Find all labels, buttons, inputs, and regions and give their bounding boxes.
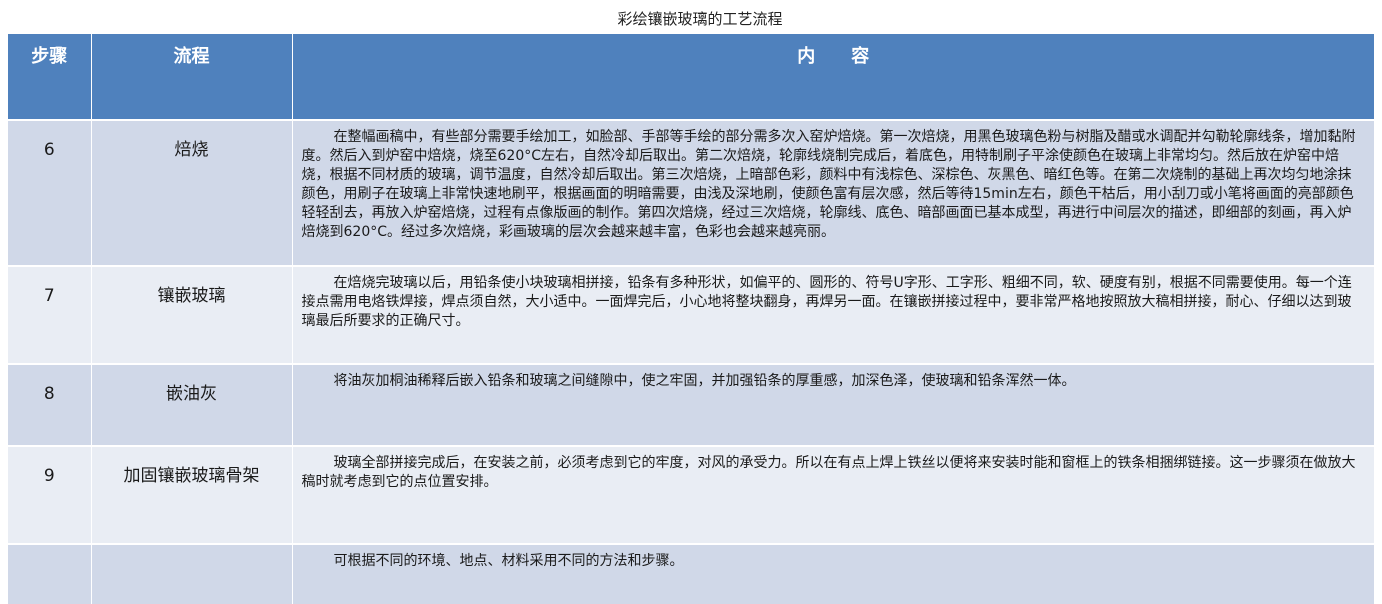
table-row: 6 焙烧 在整幅画稿中，有些部分需要手绘加工，如脸部、手部等手绘的部分需多次入窑… xyxy=(8,119,1374,266)
content-text: 玻璃全部拼接完成后，在安装之前，必须考虑到它的牢度，对风的承受力。所以在有点上焊… xyxy=(301,455,1356,490)
process-name: 加固镶嵌玻璃骨架 xyxy=(91,445,293,544)
header-content: 内 容 xyxy=(292,34,1374,120)
table-row: 可根据不同的环境、地点、材料采用不同的方法和步骤。 xyxy=(8,543,1374,604)
step-number: 7 xyxy=(8,265,92,364)
step-number: 6 xyxy=(8,119,92,266)
process-name: 焙烧 xyxy=(91,119,293,266)
process-content: 在整幅画稿中，有些部分需要手绘加工，如脸部、手部等手绘的部分需多次入窑炉焙烧。第… xyxy=(292,119,1374,266)
page-title: 彩绘镶嵌玻璃的工艺流程 xyxy=(617,10,783,28)
content-text: 在焙烧完玻璃以后，用铅条使小块玻璃相拼接，铅条有多种形状，如偏平的、圆形的、符号… xyxy=(301,275,1352,329)
process-name: 嵌油灰 xyxy=(91,363,293,446)
header-process: 流程 xyxy=(91,34,293,120)
step-number xyxy=(8,543,92,604)
header-step: 步骤 xyxy=(8,34,92,120)
step-number: 9 xyxy=(8,445,92,544)
table-row: 7 镶嵌玻璃 在焙烧完玻璃以后，用铅条使小块玻璃相拼接，铅条有多种形状，如偏平的… xyxy=(8,265,1374,364)
step-number: 8 xyxy=(8,363,92,446)
process-content: 将油灰加桐油稀释后嵌入铅条和玻璃之间缝隙中，使之牢固，并加强铅条的厚重感，加深色… xyxy=(292,363,1374,446)
process-table: 步骤 流程 内 容 6 焙烧 在整幅画稿中，有些部分需要手绘加工，如脸部、手部等… xyxy=(8,34,1374,604)
content-text: 在整幅画稿中，有些部分需要手绘加工，如脸部、手部等手绘的部分需多次入窑炉焙烧。第… xyxy=(301,129,1356,240)
process-content: 玻璃全部拼接完成后，在安装之前，必须考虑到它的牢度，对风的承受力。所以在有点上焊… xyxy=(292,445,1374,544)
process-name: 镶嵌玻璃 xyxy=(91,265,293,364)
header-row: 步骤 流程 内 容 xyxy=(8,34,1374,120)
table-row: 8 嵌油灰 将油灰加桐油稀释后嵌入铅条和玻璃之间缝隙中，使之牢固，并加强铅条的厚… xyxy=(8,363,1374,446)
process-name xyxy=(91,543,293,604)
process-content: 可根据不同的环境、地点、材料采用不同的方法和步骤。 xyxy=(292,543,1374,604)
table-row: 9 加固镶嵌玻璃骨架 玻璃全部拼接完成后，在安装之前，必须考虑到它的牢度，对风的… xyxy=(8,445,1374,544)
content-text: 可根据不同的环境、地点、材料采用不同的方法和步骤。 xyxy=(333,553,684,569)
content-text: 将油灰加桐油稀释后嵌入铅条和玻璃之间缝隙中，使之牢固，并加强铅条的厚重感，加深色… xyxy=(333,373,1076,389)
process-content: 在焙烧完玻璃以后，用铅条使小块玻璃相拼接，铅条有多种形状，如偏平的、圆形的、符号… xyxy=(292,265,1374,364)
